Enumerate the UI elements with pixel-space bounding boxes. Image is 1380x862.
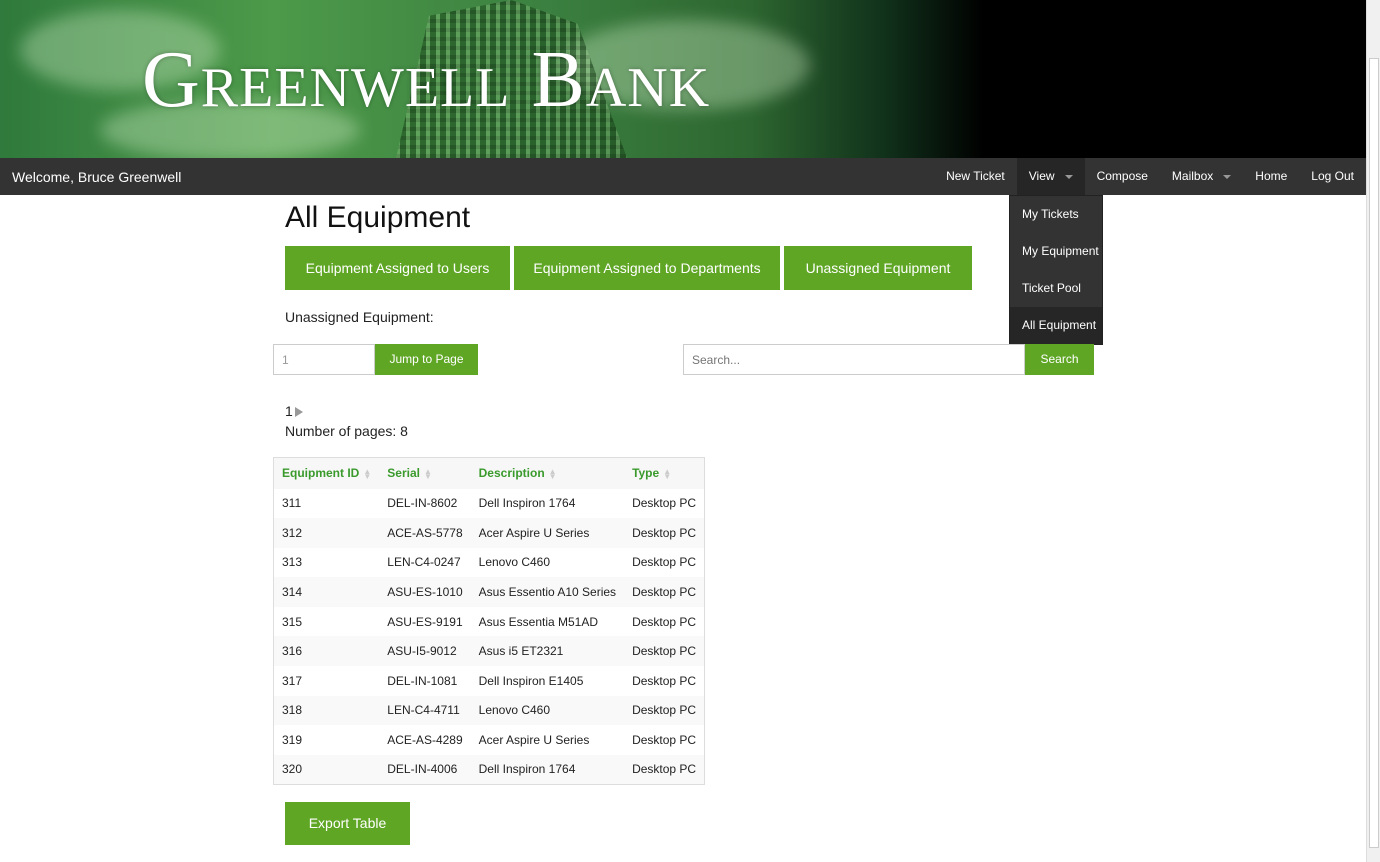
nav-log-out[interactable]: Log Out — [1299, 158, 1366, 195]
table-cell: Dell Inspiron 1764 — [478, 496, 576, 511]
table-cell: 320 — [282, 762, 303, 777]
next-page-icon[interactable] — [294, 407, 303, 418]
column-header[interactable]: Type ▲ ▼ — [624, 457, 705, 489]
page-title: All Equipment — [285, 201, 471, 234]
column-header-label: Type — [632, 466, 660, 481]
table-row: 319 ACE-AS-4289 Acer Aspire U Series Deskto… — [274, 725, 705, 755]
page-number-input[interactable] — [273, 344, 375, 375]
table-cell: Acer Aspire U Series — [478, 525, 590, 540]
table-cell: 311 — [282, 496, 302, 511]
table-cell: 312 — [282, 525, 303, 540]
section-label: Unassigned Equipment: — [285, 309, 434, 325]
table-cell: Lenovo C460 — [478, 555, 551, 570]
column-header[interactable]: Serial ▲ ▼ — [379, 457, 471, 489]
table-cell: ASU-I5-9012 — [387, 644, 457, 659]
column-header-label: Equipment ID — [282, 466, 360, 481]
table-cell: Desktop PC — [632, 496, 697, 511]
equipment-table: Equipment ID ▲ ▼ Serial ▲ ▼ Description ▲ ▼ Type ▲… — [273, 457, 706, 785]
table-cell: Dell Inspiron E1405 — [478, 673, 584, 688]
table-cell: Lenovo C460 — [478, 703, 551, 718]
table-row: 312 ACE-AS-5778 Acer Aspire U Series Deskto… — [273, 518, 705, 548]
table-cell: Desktop PC — [632, 555, 697, 570]
sort-icon[interactable]: ▲ ▼ — [363, 468, 371, 481]
table-cell: DEL-IN-4006 — [387, 762, 458, 777]
sort-icon[interactable]: ▲ ▼ — [549, 468, 557, 481]
table-cell: Desktop PC — [632, 733, 697, 748]
table-cell: 317 — [282, 673, 303, 688]
view-dropdown-menu: My Tickets My Equipment Ticket Pool All … — [1009, 195, 1103, 345]
column-header[interactable]: Description ▲ ▼ — [470, 457, 625, 489]
column-header-label: Serial — [387, 466, 420, 481]
table-cell: 316 — [282, 644, 303, 659]
column-header[interactable]: Equipment ID ▲ ▼ — [273, 457, 380, 489]
jump-to-page-button[interactable]: Jump to Page — [375, 344, 478, 375]
sort-icon[interactable]: ▲ ▼ — [424, 468, 432, 481]
table-row: 313 LEN-C4-0247 Lenovo C460 Desktop PC — [274, 548, 705, 578]
table-cell: DEL-IN-1081 — [387, 673, 458, 688]
search-input[interactable] — [683, 344, 1025, 375]
tab-unassigned[interactable]: Unassigned Equipment — [784, 246, 972, 290]
nav-mailbox[interactable]: Mailbox — [1160, 158, 1243, 195]
table-cell: 314 — [282, 585, 303, 600]
table-cell: DEL-IN-8602 — [387, 496, 458, 511]
table-row: 318 LEN-C4-4711 Lenovo C460 Desktop PC — [273, 695, 705, 726]
scrollbar-thumb[interactable] — [1369, 58, 1379, 848]
table-cell: Desktop PC — [632, 673, 697, 688]
table-cell: Asus Essentio A10 Series — [478, 585, 617, 600]
menu-my-tickets[interactable]: My Tickets — [1010, 196, 1102, 233]
number-of-pages: Number of pages: 8 — [285, 423, 408, 439]
table-cell: ASU-ES-1010 — [387, 585, 463, 600]
table-cell: Desktop PC — [632, 762, 697, 777]
table-cell: Asus i5 ET2321 — [478, 644, 564, 659]
table-row: 320 DEL-IN-4006 Dell Inspiron 1764 Desktop … — [273, 754, 705, 785]
table-row: 317 DEL-IN-1081 Dell Inspiron E1405 Desktop… — [274, 666, 705, 696]
table-cell: Desktop PC — [632, 644, 697, 659]
table-cell: LEN-C4-4711 — [387, 703, 460, 718]
table-cell: Dell Inspiron 1764 — [478, 762, 576, 777]
bank-logo: Greenwell Bank — [142, 36, 711, 124]
menu-ticket-pool[interactable]: Ticket Pool — [1010, 270, 1102, 307]
header-banner: Greenwell Bank — [0, 0, 1366, 158]
nav-view[interactable]: View — [1016, 158, 1085, 195]
table-cell: Desktop PC — [632, 585, 697, 600]
nav-home[interactable]: Home — [1243, 158, 1299, 195]
welcome-text: Welcome, Bruce Greenwell — [12, 169, 182, 185]
sort-icon[interactable]: ▲ ▼ — [663, 468, 671, 481]
nav-view-label: View — [1028, 169, 1055, 183]
current-page: 1 — [285, 403, 293, 419]
table-row: 315 ASU-ES-9191 Asus Essentia M51AD Desktop… — [274, 607, 705, 637]
table-cell: Desktop PC — [632, 525, 697, 540]
table-cell: 319 — [282, 733, 303, 748]
export-table-button[interactable]: Export Table — [285, 802, 410, 845]
nav-new-ticket[interactable]: New Ticket — [934, 158, 1017, 195]
menu-all-equipment[interactable]: All Equipment — [1010, 307, 1102, 344]
table-cell: 313 — [282, 555, 303, 570]
table-cell: 318 — [282, 703, 303, 718]
table-cell: Desktop PC — [632, 614, 697, 629]
table-cell: LEN-C4-0247 — [387, 555, 461, 570]
search-button[interactable]: Search — [1025, 344, 1094, 375]
top-navbar: Welcome, Bruce Greenwell New Ticket View… — [0, 158, 1366, 195]
table-cell: Acer Aspire U Series — [478, 733, 590, 748]
table-row: 316 ASU-I5-9012 Asus i5 ET2321 Desktop PC — [273, 636, 705, 667]
column-header-label: Description — [478, 466, 545, 481]
nav-mailbox-label: Mailbox — [1171, 169, 1214, 183]
pagination: 1 — [285, 403, 303, 419]
nav-compose[interactable]: Compose — [1085, 158, 1160, 195]
table-cell: ACE-AS-5778 — [387, 525, 463, 540]
scrollbar[interactable] — [1366, 0, 1380, 862]
caret-down-icon — [1223, 174, 1232, 179]
table-row: 314 ASU-ES-1010 Asus Essentio A10 Series De… — [273, 577, 705, 607]
table-cell: ASU-ES-9191 — [387, 614, 463, 629]
table-row: 311 DEL-IN-8602 Dell Inspiron 1764 Desktop … — [274, 489, 705, 519]
caret-down-icon — [1064, 174, 1073, 179]
table-cell: Desktop PC — [632, 703, 697, 718]
table-cell: 315 — [282, 614, 303, 629]
tab-assigned-users[interactable]: Equipment Assigned to Users — [285, 246, 510, 290]
menu-my-equipment[interactable]: My Equipment — [1010, 233, 1102, 270]
tab-assigned-departments[interactable]: Equipment Assigned to Departments — [514, 246, 780, 290]
table-cell: ACE-AS-4289 — [387, 733, 463, 748]
table-cell: Asus Essentia M51AD — [478, 614, 599, 629]
